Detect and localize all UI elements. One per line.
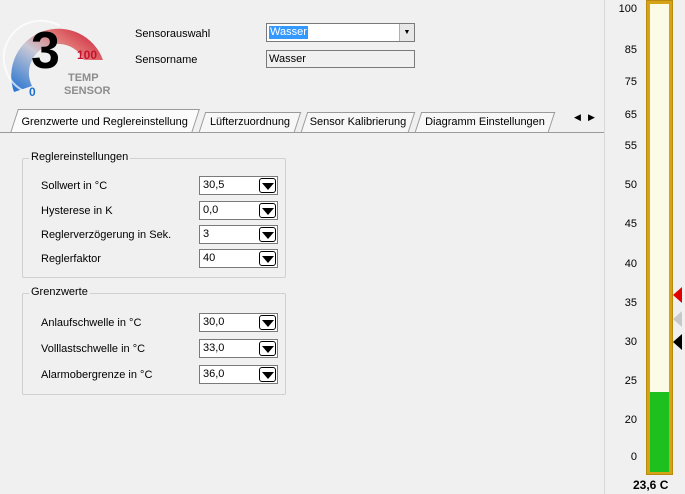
logo-number: 3: [31, 22, 60, 80]
tab-label: Diagramm Einstellungen: [425, 116, 545, 128]
controller-settings-group: Reglereinstellungen Sollwert in °C 30,5 …: [22, 151, 286, 278]
group-title: Reglereinstellungen: [29, 151, 131, 163]
dropdown-arrow-icon[interactable]: [259, 203, 276, 218]
panel-divider: [604, 0, 605, 494]
thermometer-tube: [650, 4, 669, 472]
alarm-limit-label: Alarmobergrenze in °C: [41, 369, 153, 381]
dropdown-arrow-icon[interactable]: [259, 227, 276, 242]
scale-tick-label: 65: [624, 109, 637, 121]
scale-tick-label: 75: [624, 76, 637, 88]
fullload-threshold-label: Volllastschwelle in °C: [41, 343, 146, 355]
alarm-limit-stepper[interactable]: 36,0: [199, 365, 278, 384]
sensor-name-field[interactable]: Wasser: [266, 50, 415, 68]
scale-tick-label: 30: [624, 336, 637, 348]
scale-tick-label: 55: [624, 140, 637, 152]
setpoint-stepper[interactable]: 30,5: [199, 176, 278, 195]
logo-scale-max: 100: [77, 48, 98, 62]
scale-tick-label: 85: [624, 44, 637, 56]
thermometer-frame: [646, 0, 673, 475]
dropdown-arrow-icon[interactable]: [259, 178, 276, 193]
scale-tick-label: 40: [624, 258, 637, 270]
dropdown-arrow-icon[interactable]: [259, 367, 276, 382]
hysteresis-stepper[interactable]: 0,0: [199, 201, 278, 220]
scale-tick-label: 0: [630, 451, 637, 463]
controller-delay-label: Reglerverzögerung in Sek.: [41, 229, 172, 241]
logo-scale-min: 0: [29, 85, 36, 99]
alarm-marker-icon: [673, 287, 682, 304]
tab-limits-controller[interactable]: Grenzwerte und Reglereinstellung: [10, 109, 200, 133]
limits-group: Grenzwerte Anlaufschwelle in °C 30,0 Vol…: [22, 286, 286, 395]
alarm-limit-value: 36,0: [203, 368, 225, 380]
tab-scroll-right-icon[interactable]: ▶: [588, 112, 595, 123]
start-threshold-label: Anlaufschwelle in °C: [41, 317, 142, 329]
dropdown-arrow-icon[interactable]: [259, 251, 276, 266]
controller-delay-stepper[interactable]: 3: [199, 225, 278, 244]
scale-tick-label: 45: [624, 218, 637, 230]
dropdown-arrow-icon[interactable]: [259, 341, 276, 356]
controller-factor-value: 40: [203, 252, 216, 264]
chevron-down-icon[interactable]: ▼: [399, 24, 414, 41]
sensor-select-label: Sensorauswahl: [135, 28, 211, 40]
tab-label: Lüfterzuordnung: [209, 116, 291, 128]
fullload-threshold-value: 33,0: [203, 342, 225, 354]
sensor-select-dropdown[interactable]: Wasser ▼: [266, 23, 415, 42]
start-threshold-stepper[interactable]: 30,0: [199, 313, 278, 332]
tab-sensor-calibration[interactable]: Sensor Kalibrierung: [300, 112, 416, 132]
scale-tick-label: 25: [624, 375, 637, 387]
scale-tick-label: 50: [624, 179, 637, 191]
controller-factor-label: Reglerfaktor: [41, 253, 101, 265]
temp-sensor-logo: 3 100 0 TEMP SENSOR: [0, 0, 110, 102]
sensor-name-label: Sensorname: [135, 54, 198, 66]
setpoint-value: 30,5: [203, 179, 225, 191]
tab-divider: [0, 132, 604, 133]
scale-tick-label: 20: [624, 414, 637, 426]
controller-factor-stepper[interactable]: 40: [199, 249, 278, 268]
tab-scroll-left-icon[interactable]: ◀: [574, 112, 581, 123]
tab-label: Sensor Kalibrierung: [309, 116, 407, 128]
scale-tick-label: 100: [618, 3, 637, 15]
logo-word-temp: TEMP: [68, 72, 99, 84]
temperature-readout: 23,6 C: [633, 478, 669, 492]
tab-label: Grenzwerte und Reglereinstellung: [21, 116, 188, 128]
logo-word-sensor: SENSOR: [64, 85, 111, 97]
thermometer-fill: [650, 391, 669, 472]
tab-chart-settings[interactable]: Diagramm Einstellungen: [414, 112, 556, 132]
scale-tick-label: 35: [624, 297, 637, 309]
group-title: Grenzwerte: [29, 286, 90, 298]
start-threshold-value: 30,0: [203, 316, 225, 328]
dropdown-arrow-icon[interactable]: [259, 315, 276, 330]
tab-fan-assignment[interactable]: Lüfterzuordnung: [198, 112, 302, 132]
fullload-marker-icon: [673, 310, 682, 327]
hysteresis-value: 0,0: [203, 204, 219, 216]
sensor-select-value: Wasser: [269, 26, 308, 39]
controller-delay-value: 3: [203, 228, 210, 240]
fullload-threshold-stepper[interactable]: 33,0: [199, 339, 278, 358]
start-marker-icon: [673, 334, 682, 350]
setpoint-label: Sollwert in °C: [41, 180, 108, 192]
hysteresis-label: Hysterese in K: [41, 205, 113, 217]
